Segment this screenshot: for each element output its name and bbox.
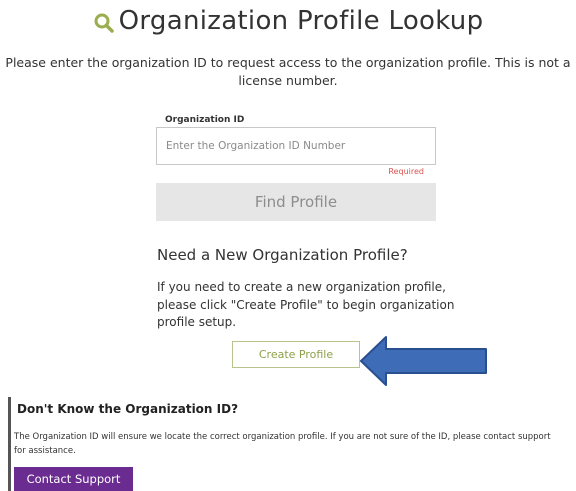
left-arrow-icon — [360, 336, 487, 386]
help-section: Don't Know the Organization ID? The Orga… — [8, 397, 571, 491]
organization-id-label: Organization ID — [165, 115, 245, 125]
search-icon — [94, 13, 114, 33]
help-text: The Organization ID will ensure we locat… — [14, 432, 551, 456]
create-profile-button[interactable]: Create Profile — [232, 341, 360, 368]
required-indicator: Required — [388, 167, 424, 176]
organization-id-input[interactable] — [156, 127, 436, 165]
page-title: Organization Profile Lookup — [118, 6, 484, 36]
help-heading: Don't Know the Organization ID? — [17, 402, 239, 416]
intro-text: Please enter the organization ID to requ… — [5, 55, 571, 88]
find-profile-button[interactable]: Find Profile — [156, 183, 436, 221]
page-header: Organization Profile Lookup — [0, 6, 576, 36]
new-profile-text: If you need to create a new organization… — [157, 280, 455, 329]
contact-support-button[interactable]: Contact Support — [14, 467, 133, 491]
new-profile-heading: Need a New Organization Profile? — [157, 246, 408, 264]
